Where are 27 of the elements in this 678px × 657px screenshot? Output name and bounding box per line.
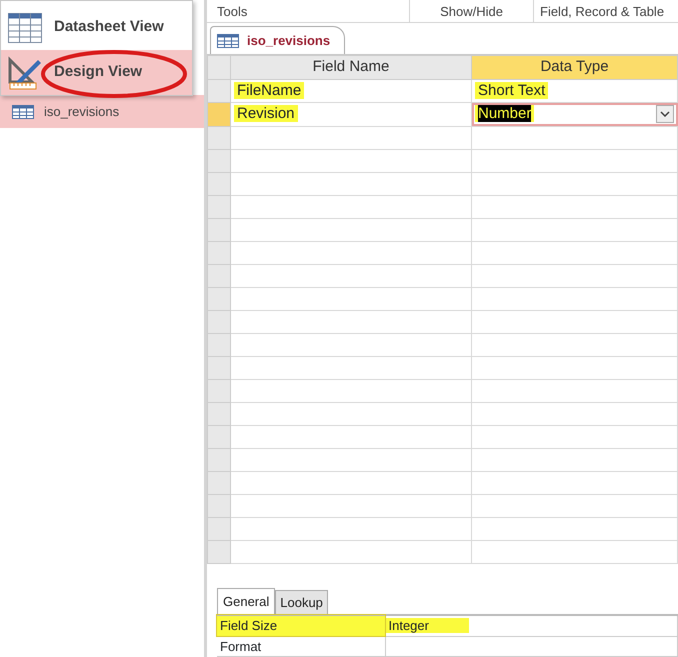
menu-item[interactable]: Datasheet View bbox=[1, 5, 192, 50]
row-selector[interactable] bbox=[208, 79, 230, 102]
datasheet-icon bbox=[8, 12, 42, 42]
column-header[interactable]: Field Name bbox=[230, 56, 472, 79]
menu-item[interactable]: Design View bbox=[1, 50, 192, 95]
table-cell[interactable]: Short Text bbox=[472, 79, 678, 102]
table-cell[interactable]: Revision bbox=[230, 102, 472, 126]
property-label: Format bbox=[217, 636, 385, 656]
dropdown-button[interactable] bbox=[656, 105, 674, 123]
column-header[interactable]: Data Type bbox=[472, 56, 678, 79]
navigation-item[interactable]: iso_revisions bbox=[0, 95, 204, 128]
ribbon-group-label: Tools bbox=[217, 2, 248, 20]
select-all-corner[interactable] bbox=[208, 56, 230, 79]
table-cell[interactable]: FileName bbox=[230, 79, 472, 102]
property-tab[interactable]: General bbox=[217, 588, 276, 614]
table-icon bbox=[217, 34, 239, 48]
ribbon-group-label: Field, Record & Table bbox=[540, 2, 664, 20]
table-icon bbox=[12, 104, 34, 118]
chevron-down-icon bbox=[660, 111, 670, 117]
ribbon-group-label: Show/Hide bbox=[440, 2, 503, 20]
document-tab[interactable]: iso_revisions bbox=[210, 26, 346, 54]
property-tab[interactable]: Lookup bbox=[275, 590, 328, 614]
row-selector[interactable] bbox=[208, 102, 230, 126]
table-cell[interactable]: Number bbox=[472, 102, 678, 126]
property-label: Field Size bbox=[217, 615, 385, 636]
property-value[interactable]: Integer bbox=[385, 615, 678, 636]
ruler-pencil-icon bbox=[8, 56, 42, 90]
